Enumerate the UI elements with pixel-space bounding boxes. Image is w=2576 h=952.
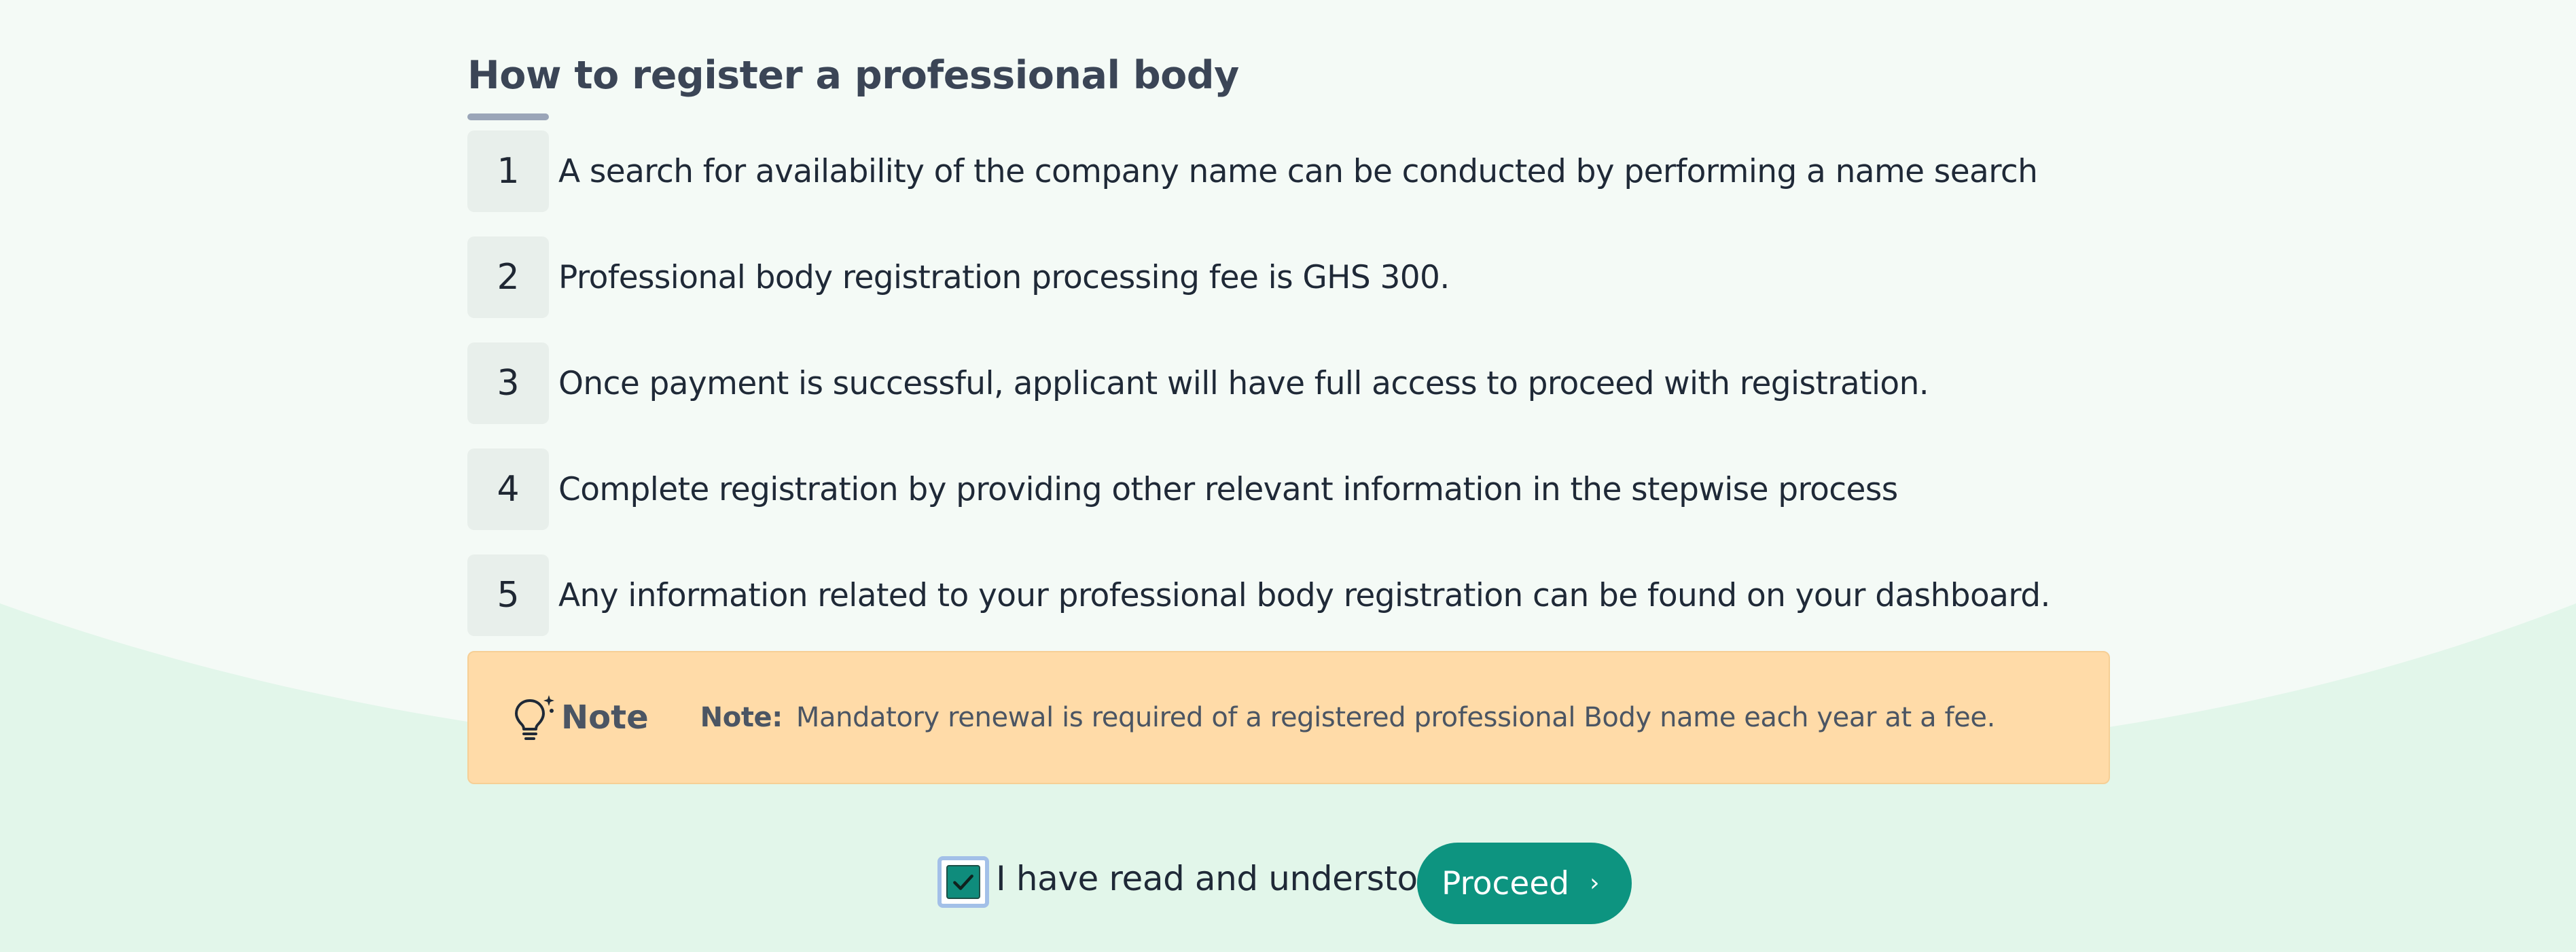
- step-number: 4: [467, 448, 549, 530]
- lightbulb-sparkle-icon: [515, 695, 554, 740]
- chevron-right-icon: ›: [1590, 869, 1600, 897]
- action-bar: I have read and understood Proceed ›: [0, 843, 2576, 924]
- step-item: 3 Once payment is successful, applicant …: [467, 342, 2050, 424]
- note-body-text: Mandatory renewal is required of a regis…: [795, 702, 1995, 733]
- proceed-label: Proceed: [1442, 864, 1570, 902]
- note-badge: Note: [512, 694, 649, 741]
- step-text: Once payment is successful, applicant wi…: [558, 364, 1929, 402]
- step-number: 2: [467, 236, 549, 318]
- page-title: How to register a professional body: [467, 53, 1239, 98]
- step-item: 2 Professional body registration process…: [467, 236, 2050, 318]
- step-text: A search for availability of the company…: [558, 152, 2038, 190]
- note-body: Note: Mandatory renewal is required of a …: [700, 702, 1996, 733]
- step-item: 4 Complete registration by providing oth…: [467, 448, 2050, 530]
- agreement-checkbox[interactable]: [937, 856, 989, 908]
- step-number: 5: [467, 554, 549, 636]
- step-number: 1: [467, 130, 549, 212]
- agreement-label[interactable]: I have read and understood: [996, 859, 1460, 898]
- step-item: 1 A search for availability of the compa…: [467, 130, 2050, 212]
- checkmark-icon: [953, 875, 973, 890]
- proceed-button[interactable]: Proceed ›: [1417, 843, 1632, 924]
- step-text: Any information related to your professi…: [558, 576, 2050, 614]
- note-body-label: Note:: [700, 702, 783, 733]
- step-number: 3: [467, 342, 549, 424]
- note-callout: Note Note: Mandatory renewal is required …: [467, 651, 2110, 784]
- step-text: Complete registration by providing other…: [558, 470, 1898, 508]
- step-item: 5 Any information related to your profes…: [467, 554, 2050, 636]
- steps-list: 1 A search for availability of the compa…: [467, 130, 2050, 660]
- step-text: Professional body registration processin…: [558, 258, 1450, 296]
- note-badge-label: Note: [561, 699, 649, 737]
- title-underline: [467, 113, 549, 120]
- checkbox-checked[interactable]: [946, 865, 980, 899]
